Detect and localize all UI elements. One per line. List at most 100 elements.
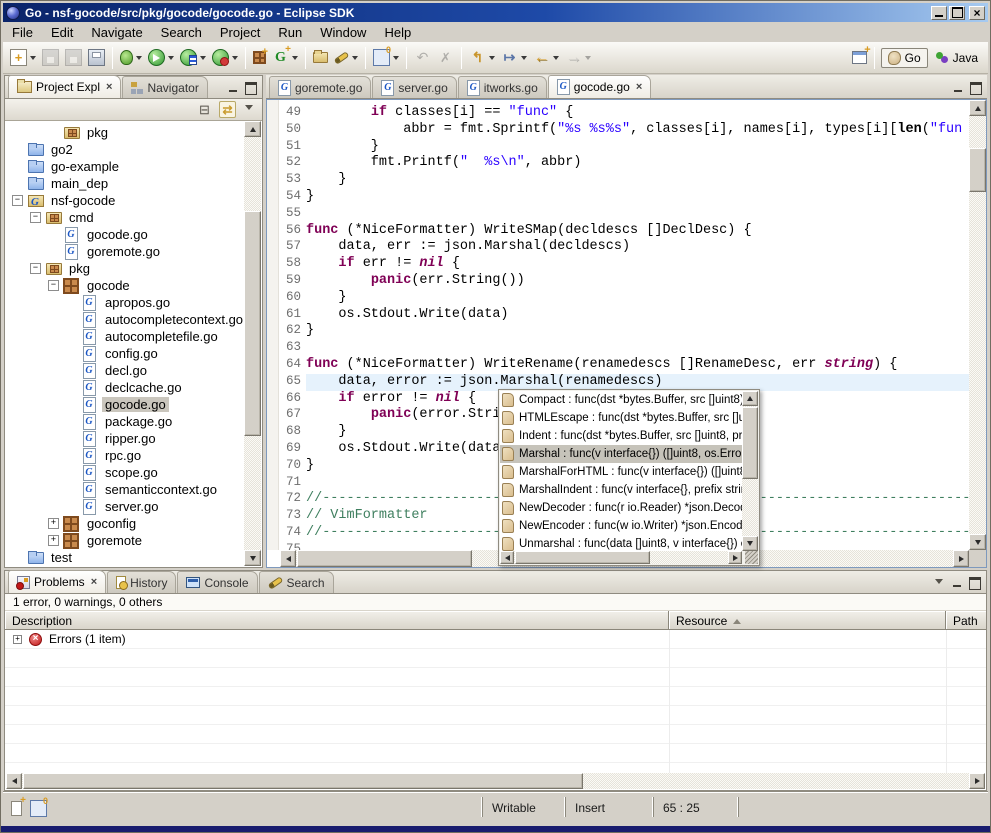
tree-item-apropos-go[interactable]: apropos.go: [6, 294, 244, 311]
tree-item-pkg[interactable]: pkg: [6, 124, 244, 141]
java-perspective-button[interactable]: Java: [930, 49, 984, 67]
dropdown-arrow-icon[interactable]: [585, 56, 591, 63]
collapse-icon[interactable]: −: [30, 263, 41, 274]
tree-item-go-example[interactable]: go-example: [6, 158, 244, 175]
editor-tab-itworks-go[interactable]: itworks.go: [458, 76, 547, 98]
problems-hscrollbar[interactable]: [6, 773, 985, 789]
dropdown-arrow-icon[interactable]: [200, 56, 206, 63]
popup-hscrollbar[interactable]: [500, 551, 742, 564]
tree-item-ripper-go[interactable]: ripper.go: [6, 430, 244, 447]
tree-item-decl-go[interactable]: decl.go: [6, 362, 244, 379]
scroll-left-button[interactable]: [280, 550, 296, 567]
tree-item-main-dep[interactable]: main_dep: [6, 175, 244, 192]
print-button[interactable]: [86, 47, 107, 68]
tree-item-config-go[interactable]: config.go: [6, 345, 244, 362]
view-tab-search[interactable]: Search: [259, 571, 334, 593]
tree-scrollbar[interactable]: [244, 121, 261, 566]
refresh-go-button[interactable]: [270, 47, 300, 68]
completion-item-newencoder[interactable]: NewEncoder : func(w io.Writer) *json.Enc…: [500, 517, 742, 535]
problems-row-errors[interactable]: + Errors (1 item): [5, 630, 986, 649]
editor-vscrollbar[interactable]: [969, 100, 986, 550]
tree-item-autocompletecontext-go[interactable]: autocompletecontext.go: [6, 311, 244, 328]
tree-item-autocompletefile-go[interactable]: autocompletefile.go: [6, 328, 244, 345]
editor-tab-goremote-go[interactable]: goremote.go: [269, 76, 371, 98]
tree-item-goremote[interactable]: +goremote: [6, 532, 244, 549]
dropdown-arrow-icon[interactable]: [352, 56, 358, 63]
code-line-57[interactable]: data, err := json.Marshal(decldescs): [306, 239, 969, 256]
code-line-50[interactable]: abbr = fmt.Sprintf("%s %s%s", classes[i]…: [306, 122, 969, 139]
minimize-view-button[interactable]: [226, 82, 240, 94]
code-line-64[interactable]: func (*NiceFormatter) WriteRename(rename…: [306, 357, 969, 374]
code-line-61[interactable]: os.Stdout.Write(data): [306, 307, 969, 324]
dropdown-arrow-icon[interactable]: [292, 56, 298, 63]
menu-help[interactable]: Help: [375, 23, 420, 42]
scroll-right-button[interactable]: [728, 551, 742, 564]
code-line-55[interactable]: [306, 206, 969, 223]
run-history-button[interactable]: [178, 47, 208, 68]
code-line-56[interactable]: func (*NiceFormatter) WriteSMap(decldesc…: [306, 223, 969, 240]
menu-file[interactable]: File: [3, 23, 42, 42]
menu-project[interactable]: Project: [211, 23, 269, 42]
resize-grip[interactable]: [745, 551, 758, 564]
tree-item-semanticcontext-go[interactable]: semanticcontext.go: [6, 481, 244, 498]
code-line-52[interactable]: fmt.Printf(" %s\n", abbr): [306, 155, 969, 172]
tree-item-rpc-go[interactable]: rpc.go: [6, 447, 244, 464]
minimize-editor-button[interactable]: [951, 82, 965, 94]
tree-item-go2[interactable]: go2: [6, 141, 244, 158]
maximize-view-button[interactable]: [244, 82, 258, 94]
scroll-down-button[interactable]: [244, 550, 261, 566]
column-header-resource[interactable]: Resource: [669, 611, 946, 630]
completion-item-newdecoder[interactable]: NewDecoder : func(r io.Reader) *json.Dec…: [500, 499, 742, 517]
last-edit-button[interactable]: [467, 47, 497, 68]
expand-icon[interactable]: +: [48, 535, 59, 546]
scroll-left-button[interactable]: [500, 551, 514, 564]
code-line-53[interactable]: }: [306, 172, 969, 189]
link-with-editor-icon[interactable]: [219, 101, 236, 118]
open-resource-button[interactable]: [311, 50, 330, 65]
save-button[interactable]: [40, 47, 61, 68]
tree-item-declcache-go[interactable]: declcache.go: [6, 379, 244, 396]
close-button[interactable]: [969, 6, 985, 20]
collapse-all-icon[interactable]: [196, 101, 213, 118]
scroll-up-button[interactable]: [969, 100, 986, 116]
code-line-62[interactable]: }: [306, 323, 969, 340]
menu-window[interactable]: Window: [311, 23, 375, 42]
dropdown-arrow-icon[interactable]: [232, 56, 238, 63]
tree-item-nsf-gocode[interactable]: −nsf-gocode: [6, 192, 244, 209]
dropdown-arrow-icon[interactable]: [393, 56, 399, 63]
maximize-view-button[interactable]: [968, 577, 982, 589]
dropdown-arrow-icon[interactable]: [30, 56, 36, 63]
expand-icon[interactable]: +: [13, 635, 22, 644]
close-icon[interactable]: ×: [106, 82, 112, 93]
completion-item-indent[interactable]: Indent : func(dst *bytes.Buffer, src []u…: [500, 427, 742, 445]
dropdown-arrow-icon[interactable]: [168, 56, 174, 63]
code-line-49[interactable]: if classes[i] == "func" {: [306, 105, 969, 122]
collapse-icon[interactable]: −: [12, 195, 23, 206]
dropdown-arrow-icon[interactable]: [553, 56, 559, 63]
collapse-icon[interactable]: −: [48, 280, 59, 291]
menu-search[interactable]: Search: [152, 23, 211, 42]
scroll-right-button[interactable]: [969, 773, 985, 789]
new-package-button[interactable]: [251, 49, 268, 66]
code-line-59[interactable]: panic(err.String()): [306, 273, 969, 290]
scroll-thumb[interactable]: [969, 148, 986, 192]
tree-item-test[interactable]: test: [6, 549, 244, 566]
go-perspective-button[interactable]: Go: [881, 48, 928, 68]
clear-button[interactable]: [435, 47, 456, 68]
scroll-thumb[interactable]: [23, 773, 583, 789]
tree-item-cmd[interactable]: −cmd: [6, 209, 244, 226]
open-perspective-button[interactable]: [850, 49, 869, 66]
tree-item-server-go[interactable]: server.go: [6, 498, 244, 515]
scroll-right-button[interactable]: [953, 550, 969, 567]
close-icon[interactable]: ×: [636, 82, 642, 93]
tree-item-gocode-go[interactable]: gocode.go: [6, 396, 244, 413]
run-button[interactable]: [146, 47, 176, 68]
forward-button[interactable]: [563, 47, 593, 68]
minimize-view-button[interactable]: [950, 577, 964, 589]
menu-navigate[interactable]: Navigate: [82, 23, 151, 42]
scroll-left-button[interactable]: [6, 773, 22, 789]
dropdown-arrow-icon[interactable]: [489, 56, 495, 63]
completion-item-unmarshal[interactable]: Unmarshal : func(data []uint8, v interfa…: [500, 535, 742, 551]
view-menu-icon[interactable]: [242, 104, 256, 116]
completion-item-marshal[interactable]: Marshal : func(v interface{}) ([]uint8, …: [500, 445, 742, 463]
